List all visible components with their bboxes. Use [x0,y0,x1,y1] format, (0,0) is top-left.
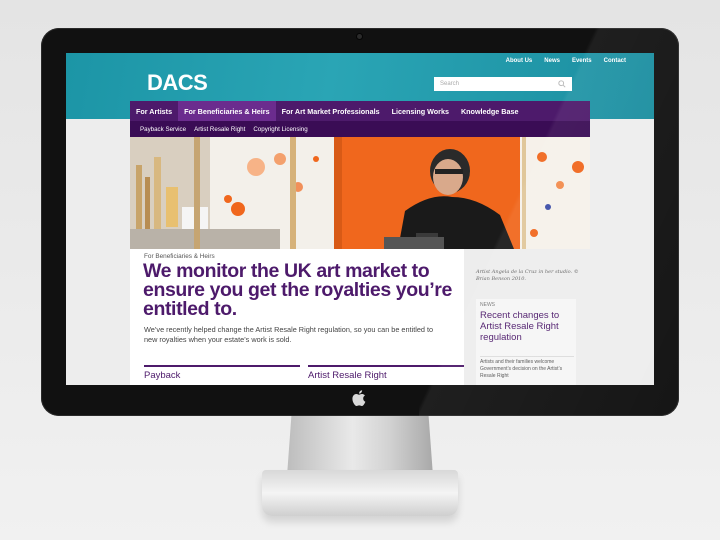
util-nav-news[interactable]: News [544,58,560,64]
search-placeholder: Search [440,81,460,87]
nav-for-beneficiaries[interactable]: For Beneficiaries & Heirs [178,101,276,121]
util-nav-events[interactable]: Events [572,58,592,64]
camera-icon [357,34,362,39]
column-payback[interactable]: Payback [144,365,300,381]
news-sidebar[interactable]: NEWS Recent changes to Artist Resale Rig… [476,299,576,385]
nav-licensing-works[interactable]: Licensing Works [386,101,455,121]
news-label: NEWS [480,302,495,308]
nav-knowledge-base[interactable]: Knowledge Base [455,101,525,121]
photo-caption: Artist Angela de la Cruz in her studio. … [476,269,579,282]
search-icon[interactable] [558,80,566,88]
hero-image [130,137,590,249]
screen: About Us News Events Contact DACS Search… [66,53,654,385]
news-summary: Artists and their families welcome Gover… [480,356,574,380]
util-nav-contact[interactable]: Contact [604,58,626,64]
intro-paragraph: We’ve recently helped change the Artist … [144,325,434,344]
main-nav: For Artists For Beneficiaries & Heirs Fo… [130,101,590,121]
nav-for-artists[interactable]: For Artists [130,101,178,121]
monitor-neck [287,416,433,476]
section-eyebrow: For Beneficiaries & Heirs [144,253,215,260]
util-nav-about[interactable]: About Us [506,58,533,64]
sub-nav: Payback Service Artist Resale Right Copy… [130,121,590,137]
page-headline: We monitor the UK art market to ensure y… [143,260,452,320]
main-content: For Beneficiaries & Heirs We monitor the… [130,249,464,385]
subnav-payback[interactable]: Payback Service [140,126,186,133]
nav-for-art-market[interactable]: For Art Market Professionals [276,101,386,121]
column-resale-right[interactable]: Artist Resale Right [308,365,464,381]
monitor-base [262,470,458,516]
subnav-resale-right[interactable]: Artist Resale Right [194,126,245,133]
news-title[interactable]: Recent changes to Artist Resale Right re… [480,310,576,343]
dacs-logo[interactable]: DACS [147,70,208,96]
utility-nav: About Us News Events Contact [506,58,626,64]
subnav-copyright[interactable]: Copyright Licensing [253,126,307,133]
monitor-bezel: About Us News Events Contact DACS Search… [41,28,679,416]
studio-photo [130,137,590,249]
search-input[interactable]: Search [434,77,572,91]
apple-logo-icon [352,390,366,406]
